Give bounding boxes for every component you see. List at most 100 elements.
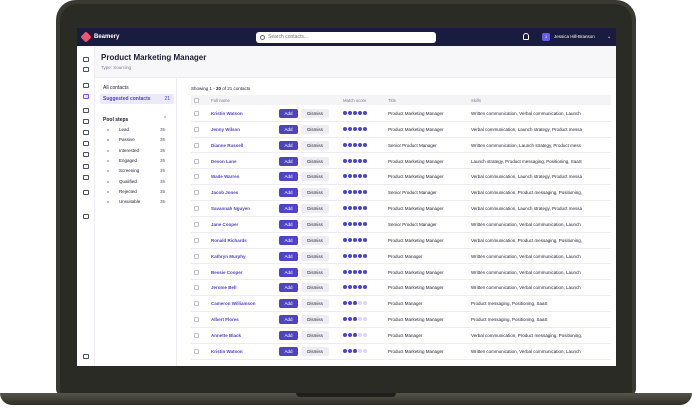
folder-icon[interactable] (83, 94, 89, 99)
dismiss-button[interactable]: Dismiss (301, 219, 329, 229)
column-full-name[interactable]: Full name (211, 98, 230, 103)
contact-name[interactable]: Annette Black (211, 333, 241, 338)
table-row[interactable]: Jacob Jones Add Dismiss Senior Product Mana… (191, 185, 611, 202)
contact-name[interactable]: Albert Flores (211, 317, 239, 322)
contacts-icon[interactable] (83, 83, 89, 88)
table-row[interactable]: Jane Cooper Add Dismiss Senior Product Mana… (191, 217, 611, 233)
add-button[interactable]: Add (279, 267, 298, 277)
dismiss-button[interactable]: Dismiss (301, 124, 329, 134)
table-row[interactable]: Kristin Watson Add Dismiss Product Marketin… (191, 106, 611, 122)
home-icon[interactable] (83, 57, 89, 62)
select-all-checkbox[interactable] (194, 97, 199, 103)
analytics-icon[interactable] (83, 190, 89, 195)
users-icon[interactable] (83, 141, 89, 146)
filter-icon[interactable] (83, 164, 89, 169)
row-checkbox[interactable] (194, 317, 199, 323)
column-title[interactable]: Title (388, 98, 396, 103)
add-button[interactable]: Add (279, 251, 298, 261)
chevron-down-icon[interactable]: ⌄ (607, 34, 611, 40)
dismiss-button[interactable]: Dismiss (301, 299, 329, 309)
add-button[interactable]: Add (279, 124, 298, 134)
row-checkbox[interactable] (194, 206, 199, 212)
dismiss-button[interactable]: Dismiss (301, 235, 329, 245)
dismiss-button[interactable]: Dismiss (301, 204, 329, 214)
row-checkbox[interactable] (194, 237, 199, 243)
row-checkbox[interactable] (194, 348, 199, 354)
dismiss-button[interactable]: Dismiss (301, 140, 329, 150)
add-button[interactable]: Add (279, 330, 298, 340)
contact-name[interactable]: Savannah Nguyen (211, 206, 250, 211)
add-button[interactable]: Add (279, 235, 298, 245)
table-row[interactable]: Bessie Cooper Add Dismiss Product Marketing… (191, 265, 611, 281)
automation-icon[interactable] (83, 214, 89, 219)
table-row[interactable]: Wade Warren Add Dismiss Product Marketing M… (191, 169, 611, 186)
add-button[interactable]: Add (279, 283, 298, 293)
table-row[interactable]: Jerome Bell Add Dismiss Product Marketing M… (191, 280, 611, 297)
table-row[interactable]: Albert Flores Add Dismiss Product Marketing… (191, 312, 611, 328)
pool-step-item[interactable]: Unsuitable 35 (107, 198, 171, 206)
suggested-contacts-item[interactable]: Suggested contacts 21 (100, 94, 174, 104)
add-button[interactable]: Add (279, 188, 298, 198)
add-button[interactable]: Add (279, 172, 298, 182)
contact-name[interactable]: Bessie Cooper (211, 270, 243, 275)
table-row[interactable]: Kathryn Murphy Add Dismiss Product Manager W… (191, 249, 611, 265)
avatar[interactable]: J (542, 33, 550, 41)
contact-name[interactable]: Dianne Russell (211, 143, 243, 148)
dismiss-button[interactable]: Dismiss (301, 251, 329, 261)
search-box[interactable] (256, 31, 436, 43)
table-row[interactable]: Ronald Richards Add Dismiss Product Marketi… (191, 233, 611, 249)
row-checkbox[interactable] (194, 126, 199, 132)
contact-name[interactable]: Ronald Richards (211, 238, 247, 243)
row-checkbox[interactable] (194, 158, 199, 164)
add-button[interactable]: Add (279, 346, 298, 356)
row-checkbox[interactable] (194, 269, 199, 275)
dismiss-button[interactable]: Dismiss (301, 172, 329, 182)
table-row[interactable]: Devon Lane Add Dismiss Product Marketing Ma… (191, 154, 611, 170)
row-checkbox[interactable] (194, 285, 199, 291)
add-button[interactable]: Add (279, 219, 298, 229)
contact-name[interactable]: Jenny Wilson (211, 127, 240, 132)
all-contacts-link[interactable]: All contacts (103, 85, 129, 91)
add-button[interactable]: Add (279, 204, 298, 214)
logo[interactable]: Beamery (80, 31, 252, 43)
table-row[interactable]: Kristin Watson Add Dismiss Product Marketin… (191, 344, 611, 360)
contact-name[interactable]: Jerome Bell (211, 285, 237, 290)
row-checkbox[interactable] (194, 142, 199, 148)
column-match-score[interactable]: Match score (343, 98, 366, 103)
add-button[interactable]: Add (279, 140, 298, 150)
chevron-up-icon[interactable]: ⌃ (163, 116, 167, 122)
table-row[interactable]: Savannah Nguyen Add Dismiss Product Marketi… (191, 201, 611, 217)
contact-name[interactable]: Kristin Watson (211, 349, 243, 354)
dismiss-button[interactable]: Dismiss (301, 267, 329, 277)
pool-step-item[interactable]: Passive 35 (107, 136, 171, 144)
row-checkbox[interactable] (194, 221, 199, 227)
add-button[interactable]: Add (279, 315, 298, 325)
table-row[interactable]: Jenny Wilson Add Dismiss Product Marketing … (191, 122, 611, 138)
contact-name[interactable]: Devon Lane (211, 159, 237, 164)
mail-icon[interactable] (83, 119, 89, 124)
workflow-icon[interactable] (83, 152, 89, 157)
add-button[interactable]: Add (279, 156, 298, 166)
search-input[interactable] (268, 34, 428, 40)
contact-name[interactable]: Jacob Jones (211, 190, 238, 195)
row-checkbox[interactable] (194, 111, 199, 116)
contact-name[interactable]: Kathryn Murphy (211, 254, 246, 259)
pool-step-item[interactable]: Qualified 35 (107, 178, 171, 186)
row-checkbox[interactable] (194, 174, 199, 180)
table-row[interactable]: Dianne Russell Add Dismiss Senior Product M… (191, 138, 611, 154)
dismiss-button[interactable]: Dismiss (301, 315, 329, 325)
schedule-icon[interactable] (83, 175, 89, 180)
add-button[interactable]: Add (279, 299, 298, 309)
table-row[interactable]: Annette Black Add Dismiss Product Manager Ve… (191, 328, 611, 344)
inbox-icon[interactable] (83, 108, 89, 113)
column-skills[interactable]: Skills (471, 98, 481, 103)
dismiss-button[interactable]: Dismiss (301, 109, 329, 118)
dismiss-button[interactable]: Dismiss (301, 156, 329, 166)
contact-name[interactable]: Wade Warren (211, 174, 239, 179)
dismiss-button[interactable]: Dismiss (301, 346, 329, 356)
row-checkbox[interactable] (194, 190, 199, 196)
row-checkbox[interactable] (194, 253, 199, 259)
bell-icon[interactable] (523, 33, 529, 40)
pool-step-item[interactable]: Rejected 35 (107, 188, 171, 196)
dismiss-button[interactable]: Dismiss (301, 330, 329, 340)
